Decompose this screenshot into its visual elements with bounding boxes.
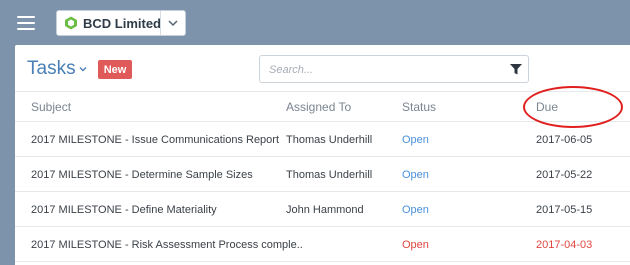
task-due-date: 2017-06-05 (536, 134, 593, 146)
panel-header: Tasks New (15, 45, 630, 92)
task-due-date: 2017-04-03 (536, 239, 593, 251)
task-assignee: Thomas Underhill (286, 169, 373, 181)
menu-icon[interactable] (17, 16, 35, 30)
table-row[interactable]: 2017 MILESTONE - Issue Communications Re… (15, 123, 630, 157)
task-assignee: Thomas Underhill (286, 134, 373, 146)
tasks-dropdown[interactable]: Tasks (27, 58, 87, 80)
task-due-date: 2017-05-22 (536, 169, 593, 181)
task-subject: 2017 MILESTONE - Issue Communications Re… (31, 134, 280, 146)
task-subject: 2017 MILESTONE - Risk Assessment Process… (31, 239, 303, 251)
chevron-down-icon[interactable] (167, 17, 179, 29)
task-assignee: John Hammond (286, 204, 364, 216)
filter-icon[interactable] (510, 64, 522, 75)
search-input[interactable] (269, 61, 489, 78)
selector-divider (160, 11, 161, 35)
task-due-date: 2017-05-15 (536, 204, 593, 216)
column-status[interactable]: Status (402, 100, 436, 114)
task-status: Open (402, 204, 429, 216)
task-subject: 2017 MILESTONE - Determine Sample Sizes (31, 169, 253, 181)
page-title: Tasks (27, 58, 76, 79)
table-header: Subject Assigned To Status Due (15, 92, 630, 122)
task-status: Open (402, 169, 429, 181)
task-subject: 2017 MILESTONE - Define Materiality (31, 204, 217, 216)
table-row[interactable]: 2017 MILESTONE - Determine Sample Sizes … (15, 158, 630, 192)
company-logo-icon (65, 16, 77, 30)
top-bar: BCD Limited (0, 0, 630, 46)
column-assigned-to[interactable]: Assigned To (286, 100, 351, 114)
new-task-button[interactable]: New (98, 60, 132, 79)
tasks-panel: Tasks New Subject Assigned To Status Due… (15, 45, 630, 265)
task-status: Open (402, 239, 429, 251)
company-name: BCD Limited (83, 15, 161, 31)
task-status: Open (402, 134, 429, 146)
table-row[interactable]: 2017 MILESTONE - Risk Assessment Process… (15, 228, 630, 262)
table-row[interactable]: 2017 MILESTONE - Define Materiality John… (15, 193, 630, 227)
search-box (259, 55, 529, 83)
company-selector[interactable]: BCD Limited (56, 10, 186, 36)
column-due[interactable]: Due (536, 100, 558, 114)
chevron-down-icon (79, 67, 87, 72)
column-subject[interactable]: Subject (31, 100, 71, 114)
